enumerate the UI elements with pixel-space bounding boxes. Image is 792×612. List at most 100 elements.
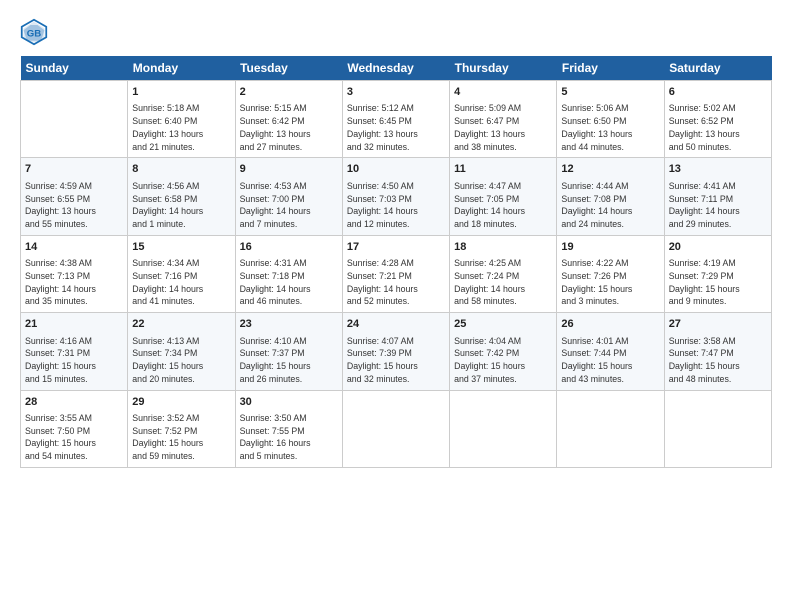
day-info: Sunrise: 4:22 AM Sunset: 7:26 PM Dayligh… [561, 257, 659, 308]
day-info: Sunrise: 4:01 AM Sunset: 7:44 PM Dayligh… [561, 335, 659, 386]
day-info: Sunrise: 5:15 AM Sunset: 6:42 PM Dayligh… [240, 102, 338, 153]
day-info: Sunrise: 4:38 AM Sunset: 7:13 PM Dayligh… [25, 257, 123, 308]
week-row-5: 28 Sunrise: 3:55 AM Sunset: 7:50 PM Dayli… [21, 390, 772, 467]
day-info: Sunrise: 4:04 AM Sunset: 7:42 PM Dayligh… [454, 335, 552, 386]
calendar-cell [342, 390, 449, 467]
day-info: Sunrise: 4:16 AM Sunset: 7:31 PM Dayligh… [25, 335, 123, 386]
day-info: Sunrise: 4:34 AM Sunset: 7:16 PM Dayligh… [132, 257, 230, 308]
day-number: 8 [132, 162, 230, 177]
calendar-cell: 16 Sunrise: 4:31 AM Sunset: 7:18 PM Dayli… [235, 235, 342, 312]
day-number: 2 [240, 85, 338, 100]
day-info: Sunrise: 3:55 AM Sunset: 7:50 PM Dayligh… [25, 412, 123, 463]
calendar-cell: 13 Sunrise: 4:41 AM Sunset: 7:11 PM Dayli… [664, 158, 771, 235]
calendar-cell: 23 Sunrise: 4:10 AM Sunset: 7:37 PM Dayli… [235, 313, 342, 390]
day-number: 27 [669, 317, 767, 332]
day-number: 28 [25, 395, 123, 410]
logo: GB [20, 18, 52, 46]
day-info: Sunrise: 4:10 AM Sunset: 7:37 PM Dayligh… [240, 335, 338, 386]
day-number: 11 [454, 162, 552, 177]
calendar-cell [450, 390, 557, 467]
day-number: 30 [240, 395, 338, 410]
day-number: 19 [561, 240, 659, 255]
calendar-cell: 3 Sunrise: 5:12 AM Sunset: 6:45 PM Daylig… [342, 81, 449, 158]
calendar-cell: 9 Sunrise: 4:53 AM Sunset: 7:00 PM Daylig… [235, 158, 342, 235]
day-number: 15 [132, 240, 230, 255]
calendar-cell [557, 390, 664, 467]
day-info: Sunrise: 4:19 AM Sunset: 7:29 PM Dayligh… [669, 257, 767, 308]
calendar-cell: 7 Sunrise: 4:59 AM Sunset: 6:55 PM Daylig… [21, 158, 128, 235]
day-number: 17 [347, 240, 445, 255]
calendar-cell: 25 Sunrise: 4:04 AM Sunset: 7:42 PM Dayli… [450, 313, 557, 390]
day-number: 16 [240, 240, 338, 255]
calendar-cell: 10Sunrise: 4:50 AM Sunset: 7:03 PM Dayli… [342, 158, 449, 235]
calendar-cell: 27 Sunrise: 3:58 AM Sunset: 7:47 PM Dayli… [664, 313, 771, 390]
day-number: 18 [454, 240, 552, 255]
day-info: Sunrise: 4:25 AM Sunset: 7:24 PM Dayligh… [454, 257, 552, 308]
calendar-cell: 14 Sunrise: 4:38 AM Sunset: 7:13 PM Dayli… [21, 235, 128, 312]
day-info: Sunrise: 4:53 AM Sunset: 7:00 PM Dayligh… [240, 180, 338, 231]
day-info: Sunrise: 4:07 AM Sunset: 7:39 PM Dayligh… [347, 335, 445, 386]
calendar-table: SundayMondayTuesdayWednesdayThursdayFrid… [20, 56, 772, 468]
calendar-cell: 11 Sunrise: 4:47 AM Sunset: 7:05 PM Dayli… [450, 158, 557, 235]
calendar-cell: 21 Sunrise: 4:16 AM Sunset: 7:31 PM Dayli… [21, 313, 128, 390]
day-number: 26 [561, 317, 659, 332]
weekday-header-row: SundayMondayTuesdayWednesdayThursdayFrid… [21, 56, 772, 81]
calendar-cell: 18 Sunrise: 4:25 AM Sunset: 7:24 PM Dayli… [450, 235, 557, 312]
day-info: Sunrise: 5:02 AM Sunset: 6:52 PM Dayligh… [669, 102, 767, 153]
calendar-cell: 1 Sunrise: 5:18 AM Sunset: 6:40 PM Daylig… [128, 81, 235, 158]
day-number: 14 [25, 240, 123, 255]
day-number: 23 [240, 317, 338, 332]
calendar-cell: 30 Sunrise: 3:50 AM Sunset: 7:55 PM Dayli… [235, 390, 342, 467]
weekday-header-saturday: Saturday [664, 56, 771, 81]
calendar-cell: 29 Sunrise: 3:52 AM Sunset: 7:52 PM Dayli… [128, 390, 235, 467]
day-number: 20 [669, 240, 767, 255]
calendar-cell: 19 Sunrise: 4:22 AM Sunset: 7:26 PM Dayli… [557, 235, 664, 312]
weekday-header-sunday: Sunday [21, 56, 128, 81]
day-info: Sunrise: 3:58 AM Sunset: 7:47 PM Dayligh… [669, 335, 767, 386]
calendar-cell: 12Sunrise: 4:44 AM Sunset: 7:08 PM Dayli… [557, 158, 664, 235]
calendar-cell: 8Sunrise: 4:56 AM Sunset: 6:58 PM Daylig… [128, 158, 235, 235]
calendar-cell [21, 81, 128, 158]
calendar-cell: 15 Sunrise: 4:34 AM Sunset: 7:16 PM Dayli… [128, 235, 235, 312]
day-number: 9 [240, 162, 338, 177]
day-info: Sunrise: 4:41 AM Sunset: 7:11 PM Dayligh… [669, 180, 767, 231]
weekday-header-wednesday: Wednesday [342, 56, 449, 81]
day-info: Sunrise: 5:18 AM Sunset: 6:40 PM Dayligh… [132, 102, 230, 153]
day-info: Sunrise: 4:13 AM Sunset: 7:34 PM Dayligh… [132, 335, 230, 386]
day-info: Sunrise: 5:12 AM Sunset: 6:45 PM Dayligh… [347, 102, 445, 153]
day-number: 29 [132, 395, 230, 410]
calendar-cell: 28 Sunrise: 3:55 AM Sunset: 7:50 PM Dayli… [21, 390, 128, 467]
day-number: 25 [454, 317, 552, 332]
weekday-header-monday: Monday [128, 56, 235, 81]
day-info: Sunrise: 3:52 AM Sunset: 7:52 PM Dayligh… [132, 412, 230, 463]
day-info: Sunrise: 4:59 AM Sunset: 6:55 PM Dayligh… [25, 180, 123, 231]
weekday-header-tuesday: Tuesday [235, 56, 342, 81]
day-info: Sunrise: 4:31 AM Sunset: 7:18 PM Dayligh… [240, 257, 338, 308]
header: GB [20, 18, 772, 46]
day-number: 4 [454, 85, 552, 100]
day-number: 6 [669, 85, 767, 100]
day-number: 7 [25, 162, 123, 177]
day-info: Sunrise: 3:50 AM Sunset: 7:55 PM Dayligh… [240, 412, 338, 463]
calendar-cell: 17 Sunrise: 4:28 AM Sunset: 7:21 PM Dayli… [342, 235, 449, 312]
day-number: 22 [132, 317, 230, 332]
svg-text:GB: GB [27, 28, 41, 39]
weekday-header-thursday: Thursday [450, 56, 557, 81]
day-info: Sunrise: 5:09 AM Sunset: 6:47 PM Dayligh… [454, 102, 552, 153]
day-info: Sunrise: 4:47 AM Sunset: 7:05 PM Dayligh… [454, 180, 552, 231]
day-number: 12 [561, 162, 659, 177]
day-number: 1 [132, 85, 230, 100]
calendar-cell: 22 Sunrise: 4:13 AM Sunset: 7:34 PM Dayli… [128, 313, 235, 390]
calendar-cell: 20 Sunrise: 4:19 AM Sunset: 7:29 PM Dayli… [664, 235, 771, 312]
calendar-cell: 6 Sunrise: 5:02 AM Sunset: 6:52 PM Daylig… [664, 81, 771, 158]
calendar-cell: 5Sunrise: 5:06 AM Sunset: 6:50 PM Daylig… [557, 81, 664, 158]
day-number: 3 [347, 85, 445, 100]
day-number: 5 [561, 85, 659, 100]
day-info: Sunrise: 4:28 AM Sunset: 7:21 PM Dayligh… [347, 257, 445, 308]
day-number: 21 [25, 317, 123, 332]
calendar-cell: 24Sunrise: 4:07 AM Sunset: 7:39 PM Dayli… [342, 313, 449, 390]
week-row-2: 7 Sunrise: 4:59 AM Sunset: 6:55 PM Daylig… [21, 158, 772, 235]
day-number: 10 [347, 162, 445, 177]
day-number: 13 [669, 162, 767, 177]
page: GB SundayMondayTuesdayWednesdayThursdayF… [0, 0, 792, 612]
